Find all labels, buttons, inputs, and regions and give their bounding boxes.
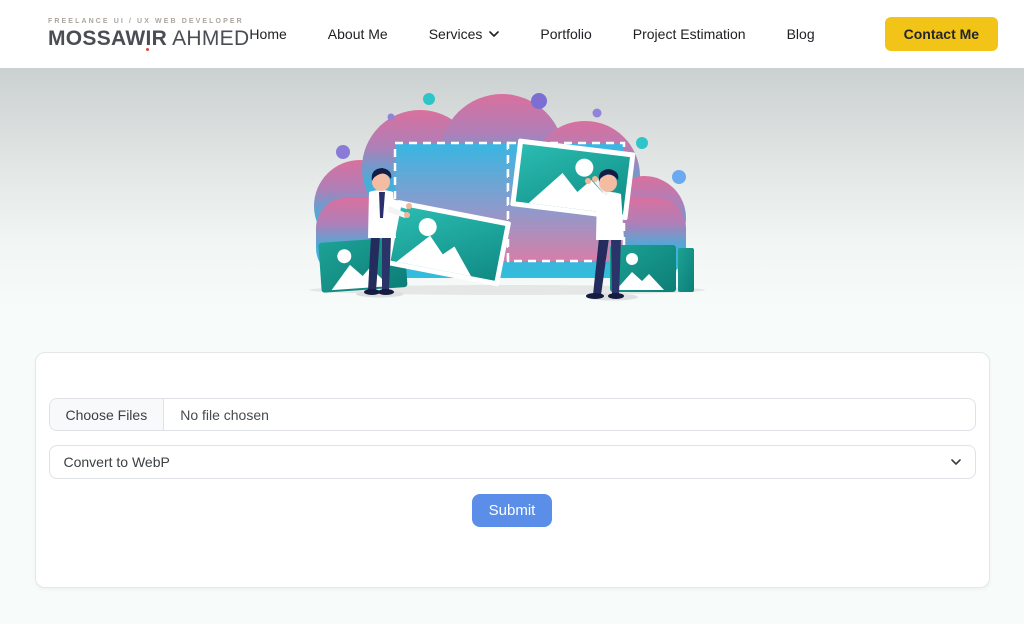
file-chosen-status: No file chosen — [180, 406, 269, 423]
nav-item-about-me[interactable]: About Me — [328, 26, 388, 42]
chevron-down-icon — [489, 31, 500, 37]
main-content: Choose Files No file chosen Convert to W… — [0, 310, 1024, 588]
nav-item-services[interactable]: Services — [429, 26, 500, 42]
chevron-down-icon — [950, 459, 961, 465]
nav-item-home[interactable]: Home — [249, 26, 286, 42]
logo-name-bold: MOSSAWIR — [48, 27, 168, 51]
logo-red-dot — [146, 48, 150, 52]
file-input[interactable]: Choose Files No file chosen — [48, 398, 976, 431]
main-nav: Home About Me Services Portfolio Project… — [249, 17, 999, 51]
nav-item-project-estimation[interactable]: Project Estimation — [633, 26, 746, 42]
submit-button[interactable]: Submit — [471, 494, 553, 527]
nav-item-portfolio[interactable]: Portfolio — [540, 26, 591, 42]
nav-item-blog[interactable]: Blog — [787, 26, 815, 42]
hero-section — [0, 68, 1024, 310]
choose-files-button[interactable]: Choose Files — [49, 399, 165, 430]
contact-me-button[interactable]: Contact Me — [884, 17, 999, 51]
format-select-value: Convert to WebP — [63, 454, 170, 470]
site-logo[interactable]: FREELANCE UI / UX WEB DEVELOPER MOSSAWIR… — [48, 17, 250, 52]
cloud-image-upload-illustration — [309, 93, 705, 301]
logo-name: MOSSAWIR AHMED — [48, 27, 250, 52]
format-select[interactable]: Convert to WebP — [48, 445, 976, 479]
header: FREELANCE UI / UX WEB DEVELOPER MOSSAWIR… — [0, 0, 1024, 68]
image-converter-card: Choose Files No file chosen Convert to W… — [34, 352, 990, 588]
logo-name-light: AHMED — [172, 27, 250, 51]
logo-tagline: FREELANCE UI / UX WEB DEVELOPER — [48, 17, 244, 25]
